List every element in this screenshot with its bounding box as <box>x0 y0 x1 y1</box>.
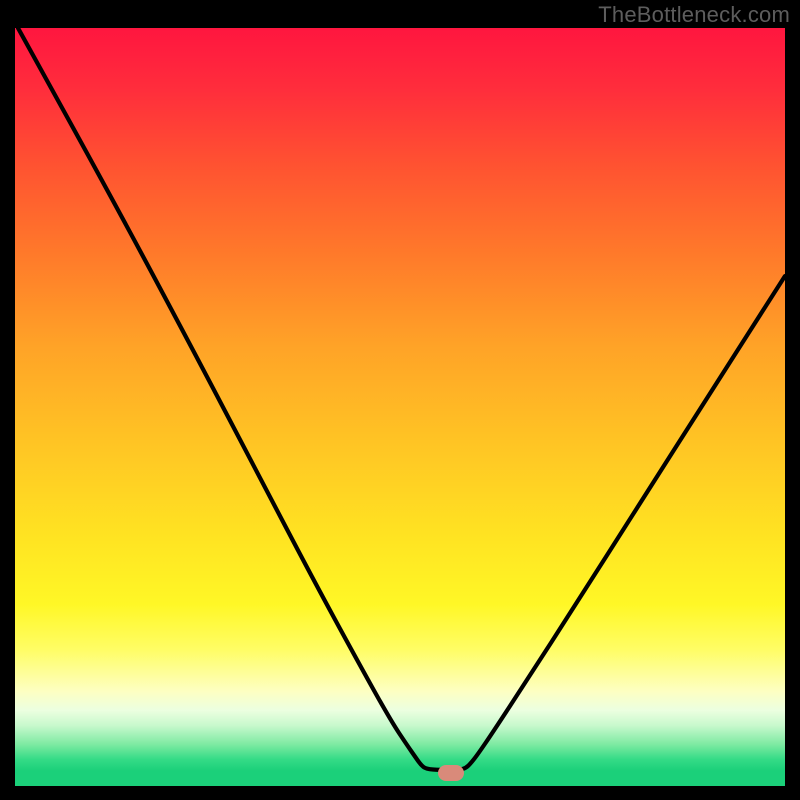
chart-frame: TheBottleneck.com <box>0 0 800 800</box>
optimal-point-marker <box>438 765 464 781</box>
bottleneck-curve <box>15 28 785 786</box>
watermark-label: TheBottleneck.com <box>598 2 790 28</box>
plot-area <box>15 28 785 786</box>
bottleneck-curve-path <box>18 28 785 770</box>
